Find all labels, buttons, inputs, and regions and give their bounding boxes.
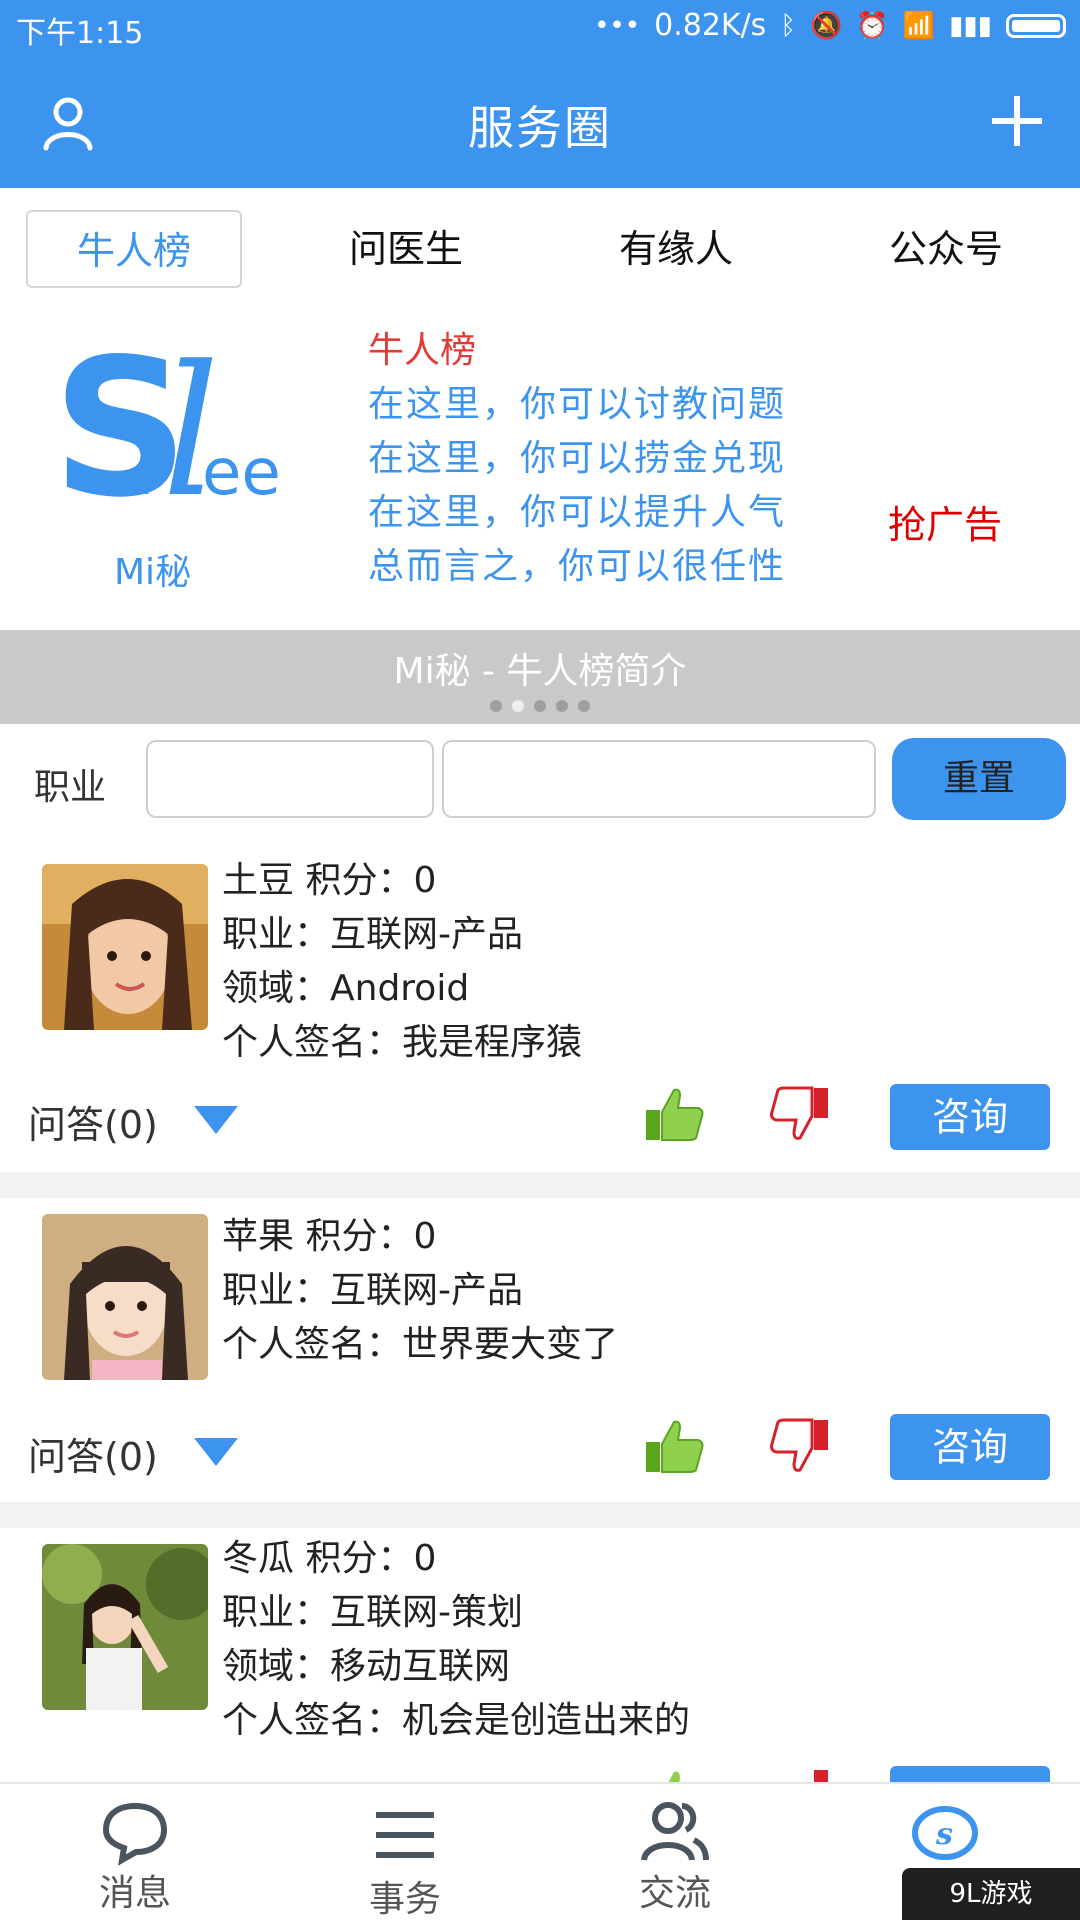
- status-bar: 下午1:15 ••• 0.82K/s ᛒ 🔕 ⏰ 📶 ▮▮▮: [0, 0, 1080, 56]
- carousel-dot[interactable]: [512, 700, 524, 712]
- nav-item-exchange[interactable]: 交流: [540, 1784, 810, 1922]
- mute-icon: 🔕: [809, 10, 843, 41]
- banner-line: 在这里，你可以捞金兑现: [368, 438, 787, 479]
- svg-text:.: .: [140, 458, 153, 504]
- name-score: 土豆 积分：0: [222, 860, 437, 901]
- nav-label: 事务: [368, 1879, 441, 1920]
- category-tabs: 牛人榜 问医生 有缘人 公众号: [0, 188, 1080, 304]
- consult-button[interactable]: 咨询: [890, 1414, 1050, 1480]
- slee-logo: S . l ee Mi秘: [52, 324, 281, 593]
- avatar[interactable]: [42, 864, 208, 1030]
- tab-youyuanren[interactable]: 有缘人: [568, 210, 784, 288]
- alarm-icon: ⏰: [856, 10, 889, 41]
- expand-caret-icon[interactable]: [194, 1438, 238, 1466]
- card-divider: [0, 1172, 1080, 1198]
- signature: 个人签名：机会是创造出来的: [222, 1700, 691, 1741]
- filter-bar: 职业 重置: [0, 724, 1080, 840]
- profession-label: 职业: [34, 767, 107, 808]
- card-divider: [0, 1502, 1080, 1528]
- tab-gongzhonghao[interactable]: 公众号: [838, 210, 1054, 288]
- expert-card[interactable]: 土豆 积分：0 职业：互联网-产品 领域：Android 个人签名：我是程序猿 …: [0, 840, 1080, 1170]
- consult-button[interactable]: [890, 1766, 1050, 1782]
- profession-input-1[interactable]: [146, 740, 434, 818]
- reset-button[interactable]: 重置: [892, 738, 1066, 820]
- banner-line: 总而言之，你可以很任性: [368, 546, 787, 587]
- nav-label: 消息: [98, 1873, 171, 1914]
- banner-caption: Mi秘 - 牛人榜简介: [0, 630, 1080, 724]
- banner-line: 在这里，你可以提升人气: [368, 492, 787, 533]
- promo-banner[interactable]: S . l ee Mi秘 牛人榜 在这里，你可以讨教问题 在这里，你可以捞金兑现…: [0, 304, 1080, 630]
- consult-button[interactable]: 咨询: [890, 1084, 1050, 1150]
- menu-icon: [376, 1812, 434, 1858]
- people-icon: [641, 1802, 709, 1861]
- network-speed: 0.82K/s: [654, 8, 767, 43]
- thumbs-up-icon[interactable]: [644, 1768, 704, 1782]
- chat-bubble-icon: [102, 1802, 168, 1866]
- carousel-dot[interactable]: [578, 700, 590, 712]
- expand-caret-icon[interactable]: [194, 1106, 238, 1134]
- more-dots-icon: •••: [594, 10, 641, 41]
- profession-input-2[interactable]: [442, 740, 876, 818]
- banner-text: 牛人榜 在这里，你可以讨教问题 在这里，你可以捞金兑现 在这里，你可以提升人气 …: [368, 324, 786, 594]
- carousel-dot[interactable]: [490, 700, 502, 712]
- name-score: 苹果 积分：0: [222, 1216, 437, 1257]
- top-app-bar: 服务圈: [0, 56, 1080, 188]
- thumbs-up-icon[interactable]: [644, 1086, 704, 1142]
- expert-info: 苹果 积分：0 职业：互联网-产品 个人签名：世界要大变了: [222, 1210, 618, 1372]
- expert-info: 冬瓜 积分：0 职业：互联网-策划 领域：移动互联网 个人签名：机会是创造出来的: [222, 1532, 690, 1748]
- profession: 职业：互联网-策划: [222, 1592, 523, 1633]
- wifi-icon: 📶: [902, 10, 936, 41]
- nav-label: 交流: [638, 1873, 711, 1914]
- tab-niurenbang[interactable]: 牛人榜: [26, 210, 242, 288]
- carousel-dot[interactable]: [556, 700, 568, 712]
- svg-text:ee: ee: [202, 436, 281, 510]
- profession: 职业：互联网-产品: [222, 1270, 523, 1311]
- signature: 个人签名：世界要大变了: [222, 1324, 619, 1365]
- service-logo-icon: s: [912, 1806, 978, 1860]
- thumbs-up-icon[interactable]: [644, 1418, 704, 1474]
- tab-wenyisheng[interactable]: 问医生: [298, 210, 514, 288]
- avatar[interactable]: [42, 1214, 208, 1380]
- field: 领域：Android: [222, 968, 470, 1009]
- svg-text:s: s: [935, 1817, 953, 1852]
- thumbs-down-icon[interactable]: [770, 1418, 830, 1474]
- nav-item-affairs[interactable]: 事务: [270, 1784, 540, 1922]
- nav-item-messages[interactable]: 消息: [0, 1784, 270, 1922]
- name-score: 冬瓜 积分：0: [222, 1538, 437, 1579]
- qa-count[interactable]: 问答(0): [28, 1426, 158, 1481]
- thumbs-down-icon[interactable]: [770, 1086, 830, 1142]
- bluetooth-icon: ᛒ: [780, 10, 796, 41]
- profession: 职业：互联网-产品: [222, 914, 523, 955]
- carousel-indicator: [0, 700, 1080, 712]
- banner-caption-text: Mi秘 - 牛人榜简介: [393, 651, 687, 692]
- thumbs-down-icon[interactable]: [770, 1768, 830, 1782]
- status-time: 下午1:15: [16, 16, 144, 51]
- battery-icon: [1006, 13, 1066, 38]
- page-title: 服务圈: [468, 101, 612, 155]
- field: 领域：移动互联网: [222, 1646, 511, 1687]
- expert-card[interactable]: 苹果 积分：0 职业：互联网-产品 个人签名：世界要大变了 问答(0) 咨询: [0, 1198, 1080, 1502]
- add-icon[interactable]: [990, 94, 1044, 148]
- grab-ad-link[interactable]: 抢广告: [888, 494, 1002, 549]
- qa-count[interactable]: 问答(0): [28, 1094, 158, 1149]
- avatar[interactable]: [42, 1544, 208, 1710]
- banner-heading: 牛人榜: [368, 330, 477, 371]
- signal-icon: ▮▮▮: [949, 10, 992, 41]
- banner-line: 在这里，你可以讨教问题: [368, 384, 787, 425]
- watermark: 9L游戏: [902, 1868, 1080, 1920]
- carousel-dot[interactable]: [534, 700, 546, 712]
- expert-info: 土豆 积分：0 职业：互联网-产品 领域：Android 个人签名：我是程序猿: [222, 854, 582, 1070]
- svg-text:Mi秘: Mi秘: [114, 552, 191, 593]
- expert-card[interactable]: 冬瓜 积分：0 职业：互联网-策划 领域：移动互联网 个人签名：机会是创造出来的: [0, 1528, 1080, 1782]
- signature: 个人签名：我是程序猿: [222, 1022, 583, 1063]
